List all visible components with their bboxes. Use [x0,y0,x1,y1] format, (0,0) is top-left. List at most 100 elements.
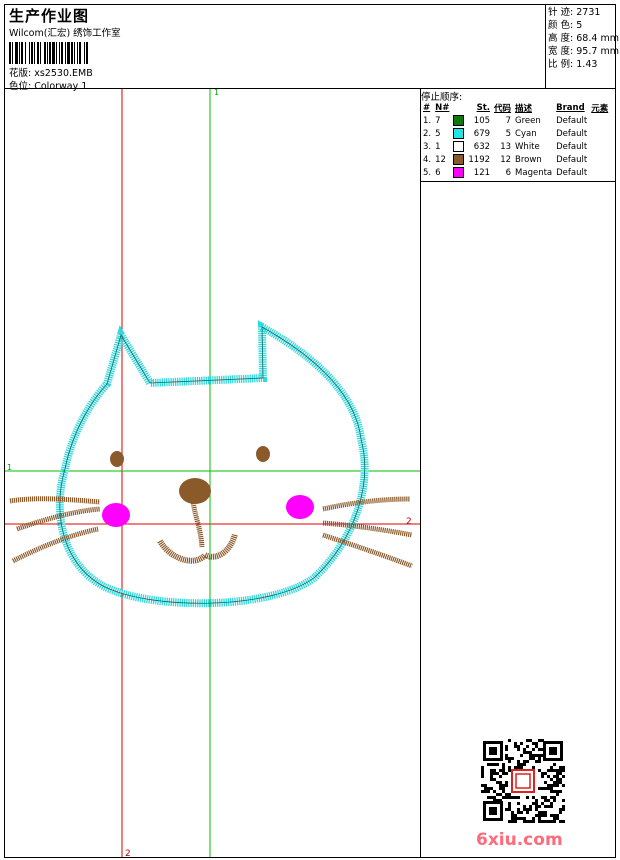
right-cheek [286,495,314,519]
left-whiskers [9,496,101,564]
row-swatch [451,114,466,127]
col-index: # [423,102,431,113]
row-brand: Default [556,115,588,126]
guide-label-red-right: 2 [406,517,412,527]
stitch-count-value: 2731 [576,7,601,18]
cat-head-outline [55,320,369,608]
design-width-value: 95.7 mm [576,46,619,57]
page-title: 生产作业图 [9,7,90,25]
header-info: 生产作业图 Wilcom(汇宏) 绣饰工作室 花版: xs2530.EMB 色位… [5,5,545,92]
row-stitches: 632 [473,141,491,152]
row-element [589,153,610,166]
row-description: Magenta [515,167,553,178]
design-canvas[interactable]: 1 1 2 2 [5,89,420,857]
brand-logo: 6xiu.com [476,830,563,850]
row-stitches: 1192 [468,154,491,165]
col-needle: N# [435,102,450,113]
design-scale-label: 比 例: [548,59,574,70]
design-stats: 针 迹: 2731 颜 色: 5 高 度: 68.4 mm 宽 度: 95.7 … [548,6,619,71]
row-index: 4. [423,154,432,165]
row-index: 5. [423,167,432,178]
row-swatch [451,140,466,153]
mouth [157,533,238,564]
qr-code [481,739,565,823]
col-element: 元素 [591,103,609,114]
row-code: 12 [500,154,512,165]
row-brand: Default [556,154,588,165]
col-code: 代码 [494,103,512,114]
left-cheek [102,503,130,527]
row-needle: 5 [435,128,441,139]
cat-face-embroidery: 1 1 2 2 [5,89,420,857]
col-stitches: St. [476,102,491,113]
color-table-header: # N# St. 代码 描述 Brand 元素 [421,101,610,114]
row-swatch [451,153,466,166]
header-divider [545,5,546,89]
design-height: 高 度: 68.4 mm [548,32,619,45]
row-stitches: 679 [473,128,491,139]
color-row: 1. 7 105 7 Green Default [421,114,610,127]
panel-divider [420,89,421,857]
left-eye [110,451,124,467]
row-needle: 1 [435,141,441,152]
guide-label-red-bottom: 2 [125,849,131,857]
color-swatch [453,141,465,152]
row-element [589,114,610,127]
studio-name: Wilcom(汇宏) 绣饰工作室 [9,28,121,39]
color-swatch [453,115,465,126]
row-index: 1. [423,115,432,126]
row-code: 5 [505,128,512,139]
right-eye [256,446,270,462]
row-swatch [451,166,466,179]
color-row: 5. 6 121 6 Magenta Default [421,166,610,179]
design-height-label: 高 度: [548,33,574,44]
color-count-label: 颜 色: [548,20,574,31]
color-row: 4. 12 1192 12 Brown Default [421,153,610,166]
pattern-line: 花版: xs2530.EMB [9,65,93,79]
color-row: 3. 1 632 13 White Default [421,140,610,153]
color-row: 2. 5 679 5 Cyan Default [421,127,610,140]
row-element [589,140,610,153]
stitch-count-label: 针 迹: [548,7,574,18]
color-swatch [453,154,465,165]
row-swatch [451,127,466,140]
design-scale-value: 1.43 [576,59,598,70]
row-description: White [515,141,540,152]
row-index: 2. [423,128,432,139]
row-needle: 12 [435,154,446,165]
col-description: 描述 [515,103,533,114]
row-code: 6 [505,167,512,178]
row-code: 7 [505,115,512,126]
stop-sequence-panel: 停止顺序: # N# St. 代码 描述 Brand 元素 1. 7 105 7 Gre… [421,89,615,181]
row-stitches: 121 [473,167,491,178]
design-scale: 比 例: 1.43 [548,58,619,71]
row-brand: Default [556,167,588,178]
row-index: 3. [423,141,432,152]
guide-label-green-left: 1 [7,463,12,472]
design-width-label: 宽 度: [548,46,574,57]
row-description: Cyan [515,128,537,139]
color-swatch [453,167,465,178]
design-width: 宽 度: 95.7 mm [548,45,619,58]
row-needle: 7 [435,115,441,126]
col-swatch [451,101,466,114]
row-needle: 6 [435,167,441,178]
stitch-count: 针 迹: 2731 [548,6,619,19]
row-description: Brown [515,154,542,165]
color-swatch [453,128,465,139]
row-brand: Default [556,128,588,139]
color-table: # N# St. 代码 描述 Brand 元素 1. 7 105 7 Green Defa… [421,101,610,179]
row-brand: Default [556,141,588,152]
design-height-value: 68.4 mm [576,33,619,44]
nose [179,478,211,504]
row-element [589,166,610,179]
guide-label-green-top: 1 [214,89,219,97]
row-element [589,127,610,140]
qr-code-graphic [481,739,565,823]
col-brand: Brand [556,102,585,113]
color-count: 颜 色: 5 [548,19,619,32]
color-count-value: 5 [576,20,583,31]
row-stitches: 105 [473,115,491,126]
panel-rule [421,181,616,182]
row-code: 13 [500,141,512,152]
